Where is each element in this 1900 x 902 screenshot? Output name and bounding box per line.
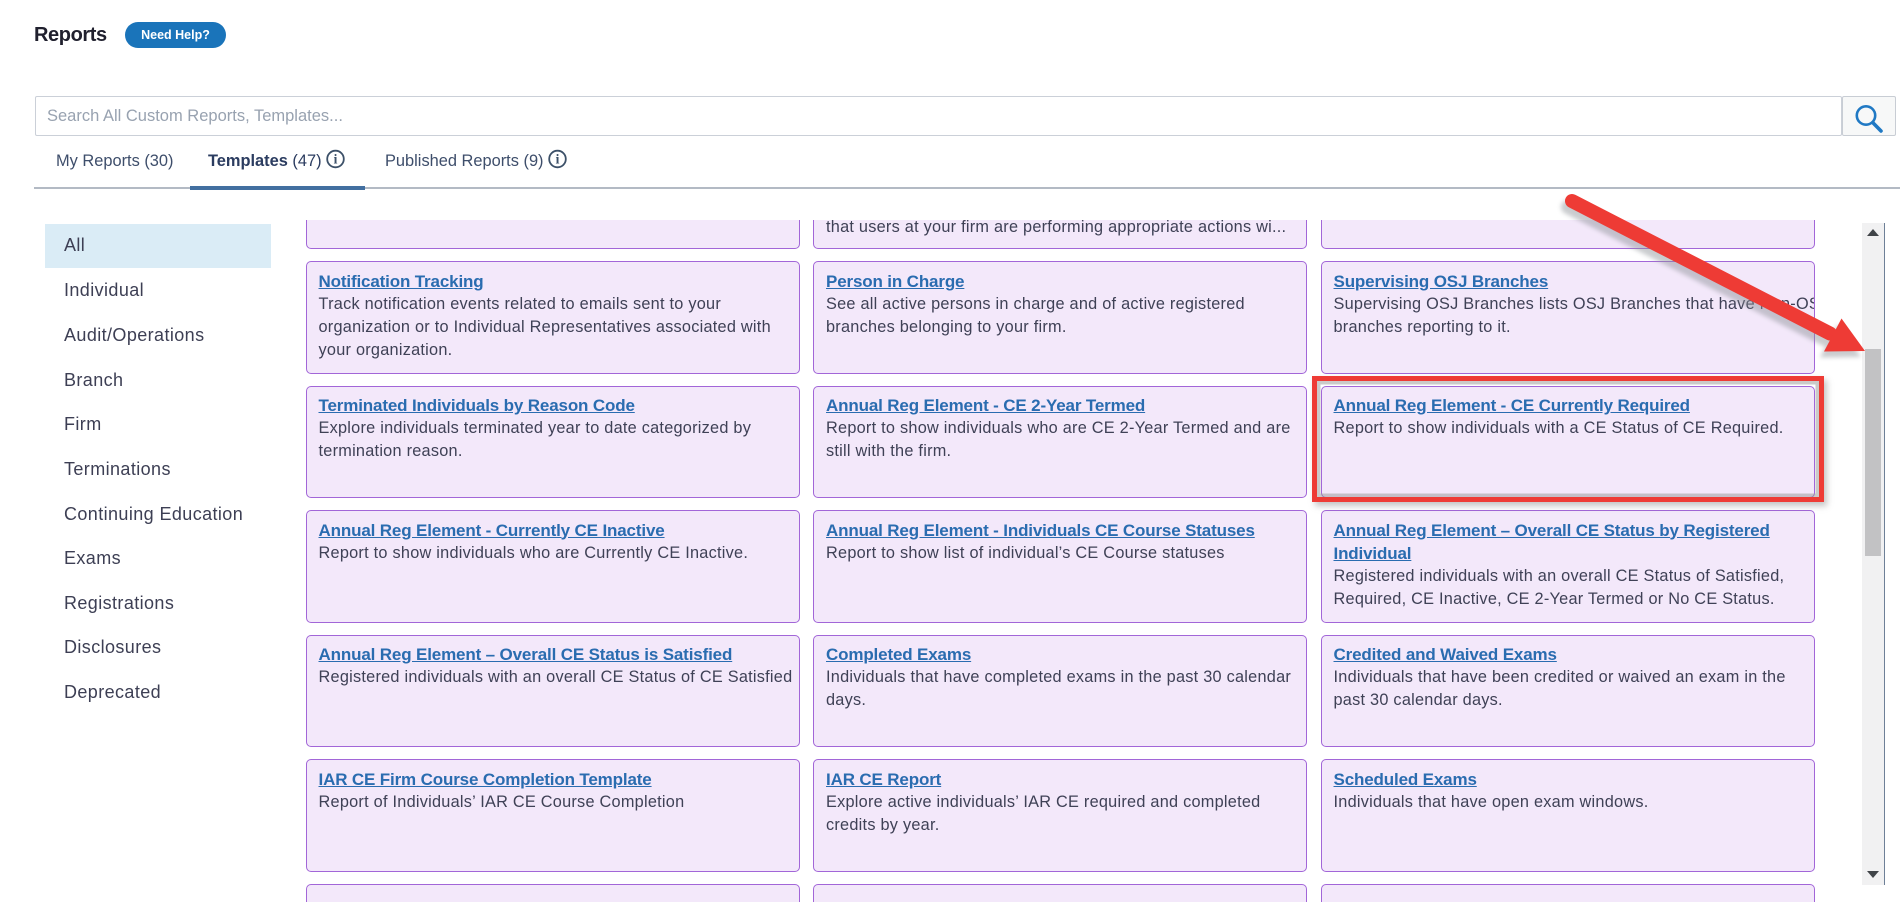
svg-text:i: i — [334, 152, 338, 167]
svg-text:i: i — [556, 152, 560, 167]
